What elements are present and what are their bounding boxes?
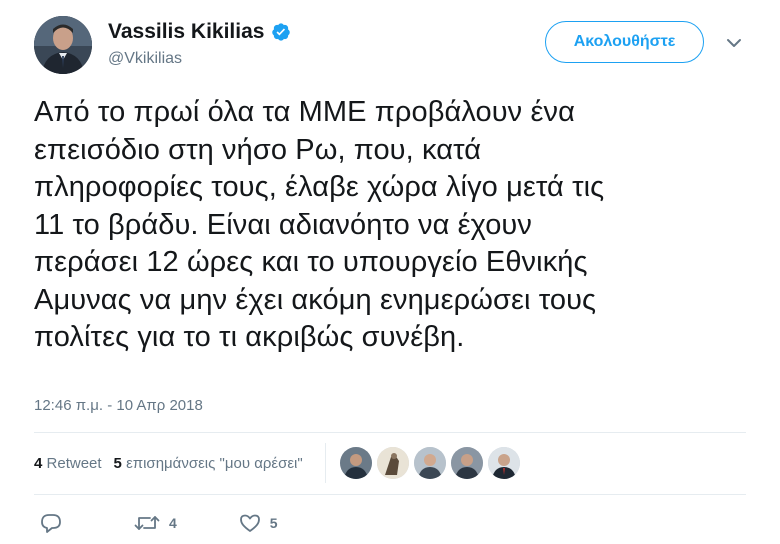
liker-avatar[interactable] <box>339 447 372 479</box>
retweet-count: 4 <box>169 515 177 531</box>
follow-button[interactable]: Ακολουθήστε <box>545 21 704 63</box>
retweet-stat-count: 4 <box>34 454 43 472</box>
reply-button[interactable] <box>40 513 62 533</box>
tweet-stats: 4 Retweet 5 επισημάνσεις "μου αρέσει" <box>34 443 520 483</box>
tweet-timestamp[interactable]: 12:46 π.μ. - 10 Απρ 2018 <box>34 397 203 414</box>
divider <box>34 432 746 433</box>
liker-avatar[interactable] <box>487 447 520 479</box>
user-name-row: Vassilis Kikilias <box>108 20 291 44</box>
user-name[interactable]: Vassilis Kikilias <box>108 20 264 44</box>
tweet-text: Από το πρωί όλα τα ΜΜΕ προβάλουν ένα επε… <box>34 96 605 353</box>
retweet-stat-label: Retweet <box>46 454 102 472</box>
retweet-icon <box>134 513 160 533</box>
likes-stat[interactable]: 5 επισημάνσεις "μου αρέσει" <box>114 455 303 472</box>
liker-avatars <box>339 447 520 479</box>
user-handle[interactable]: @Vkikilias <box>108 50 182 68</box>
reply-icon <box>40 513 62 533</box>
liker-avatar[interactable] <box>376 447 409 479</box>
like-button[interactable]: 5 <box>239 513 278 533</box>
heart-icon <box>239 513 261 533</box>
tweet-actions: 4 5 <box>40 510 278 536</box>
divider <box>34 494 746 495</box>
liker-avatar[interactable] <box>450 447 483 479</box>
liker-avatar[interactable] <box>413 447 446 479</box>
stats-separator <box>324 443 326 483</box>
verified-badge-icon <box>271 22 291 42</box>
like-count: 5 <box>269 515 278 531</box>
retweet-button[interactable]: 4 <box>134 513 177 533</box>
tweet-card: Vassilis Kikilias @Vkikilias Ακολουθήστε… <box>0 0 780 544</box>
avatar[interactable] <box>34 16 92 74</box>
chevron-down-icon[interactable] <box>726 36 742 48</box>
likes-stat-label: επισημάνσεις "μου αρέσει" <box>126 454 303 472</box>
retweet-stat[interactable]: 4 Retweet <box>34 455 102 472</box>
likes-stat-count: 5 <box>113 454 122 472</box>
